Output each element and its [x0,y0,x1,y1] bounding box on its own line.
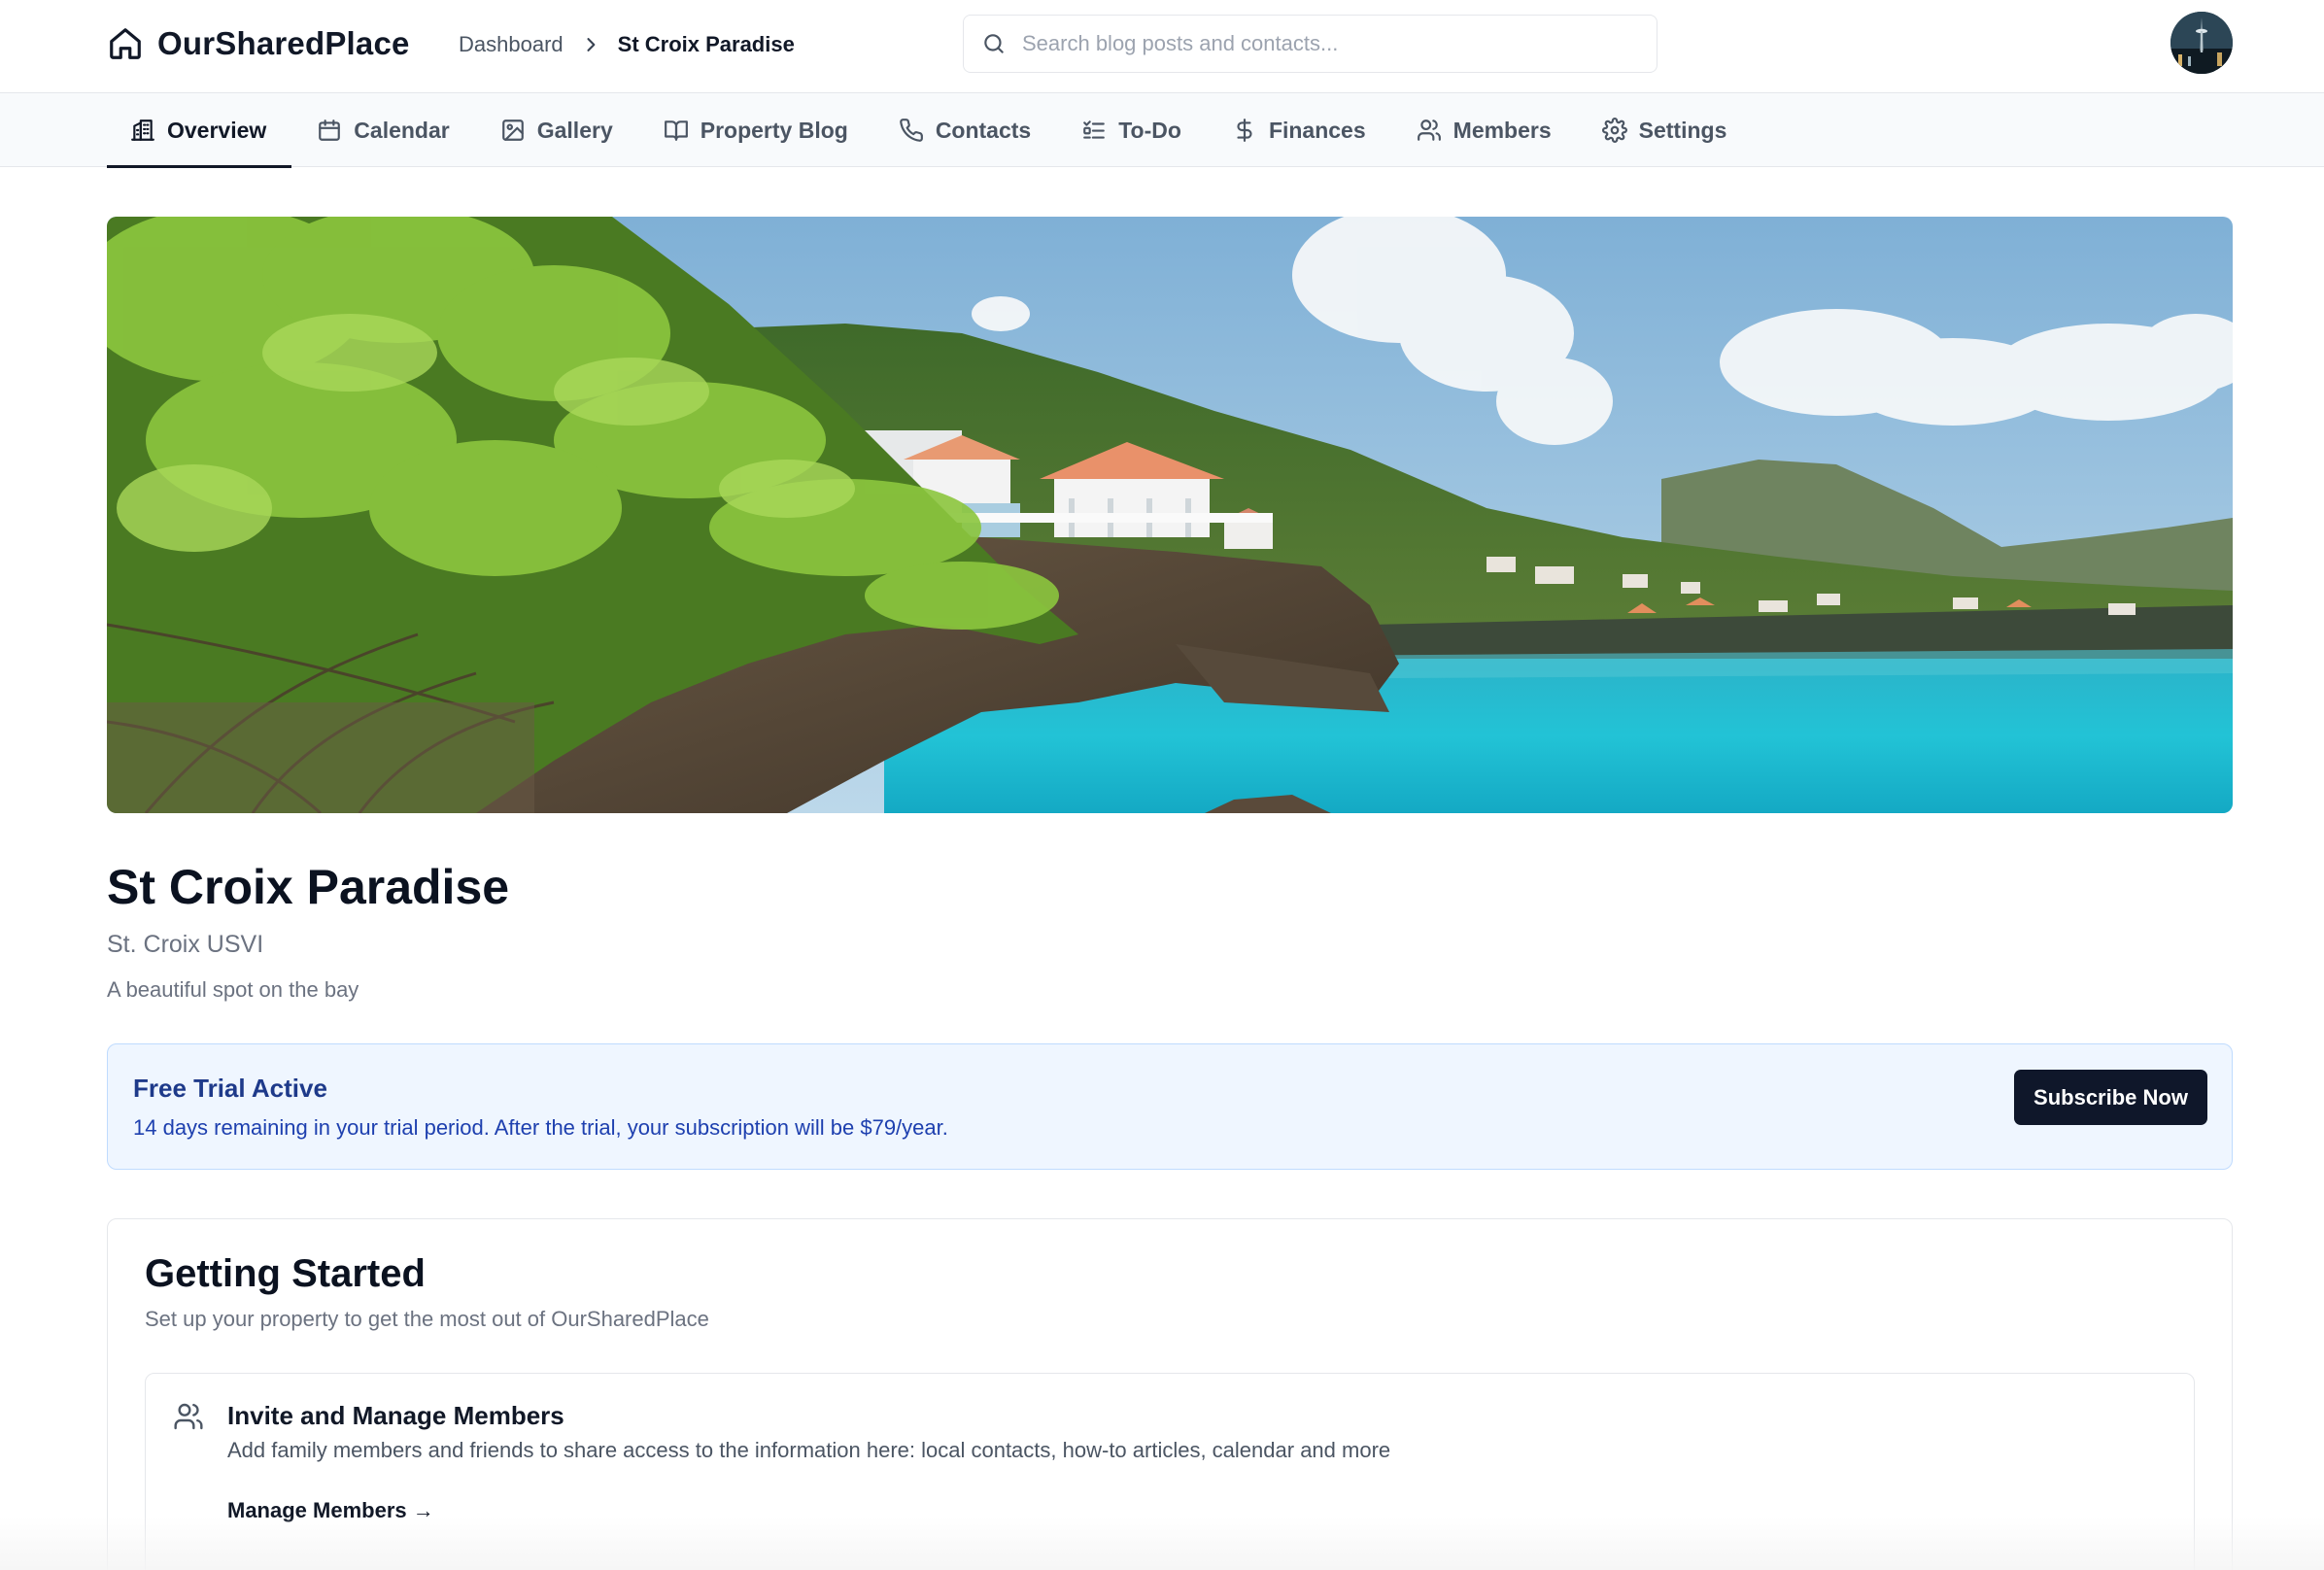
tab-label: To-Do [1118,117,1181,143]
getting-started-item-description: Add family members and friends to share … [227,1438,1391,1462]
breadcrumb-dashboard[interactable]: Dashboard [459,32,564,57]
app-name: OurSharedPlace [157,25,410,61]
phone-icon [900,119,923,142]
property-title: St Croix Paradise [107,860,510,914]
tab-label: Settings [1638,117,1727,143]
getting-started-item-title: Invite and Manage Members [227,1401,564,1430]
search-icon [984,34,1004,53]
getting-started-card: Getting Started Set up your property to … [107,1218,2233,1570]
avatar-image [2170,12,2233,74]
user-avatar[interactable] [2170,12,2233,74]
tab-finances[interactable]: Finances [1207,93,1391,167]
search-box[interactable] [963,15,1658,73]
search-input[interactable] [1022,31,1624,56]
tab-label: Finances [1268,117,1366,143]
trial-message: 14 days remaining in your trial period. … [133,1115,948,1140]
breadcrumb: Dashboard St Croix Paradise [459,25,795,64]
trial-banner: Free Trial Active 14 days remaining in y… [107,1043,2233,1170]
tab-navigation: Overview Calendar Gallery Property Blog … [0,93,2324,168]
building-icon [131,119,154,141]
tab-calendar[interactable]: Calendar [291,93,474,167]
tab-members[interactable]: Members [1391,93,1577,167]
subscribe-now-button[interactable]: Subscribe Now [2014,1070,2207,1125]
tab-label: Property Blog [700,117,848,143]
property-description: A beautiful spot on the bay [107,977,359,1002]
dollar-icon [1237,119,1252,142]
tab-label: Members [1452,117,1552,143]
app-brand[interactable]: OurSharedPlace [107,21,410,66]
tab-overview[interactable]: Overview [107,93,292,168]
top-header: OurSharedPlace Dashboard St Croix Paradi… [0,0,2324,93]
calendar-icon [319,119,341,141]
coastal-villas-photo [107,217,2233,813]
users-icon [174,1403,203,1430]
tab-label: Contacts [935,117,1032,143]
gear-icon [1601,118,1627,143]
tab-property-blog[interactable]: Property Blog [638,93,873,167]
book-icon [664,120,688,141]
chevron-right-icon [587,38,596,51]
manage-members-link[interactable]: Manage Members → [227,1498,434,1523]
image-icon [501,119,524,141]
getting-started-subtitle: Set up your property to get the most out… [145,1307,709,1331]
tab-label: Calendar [354,117,450,143]
tab-gallery[interactable]: Gallery [475,93,638,167]
breadcrumb-current: St Croix Paradise [617,32,795,56]
getting-started-title: Getting Started [145,1252,426,1295]
tab-label: Gallery [536,117,613,143]
tab-settings[interactable]: Settings [1577,93,1753,167]
property-hero-image [107,217,2233,813]
home-icon [110,28,141,59]
getting-started-item-members: Invite and Manage Members Add family mem… [145,1373,2195,1570]
checklist-icon [1083,120,1106,139]
tab-label: Overview [167,117,267,143]
trial-title: Free Trial Active [133,1074,327,1103]
property-location: St. Croix USVI [107,931,264,958]
tab-todo[interactable]: To-Do [1056,93,1207,167]
tab-contacts[interactable]: Contacts [873,93,1056,167]
users-icon [1417,119,1441,141]
